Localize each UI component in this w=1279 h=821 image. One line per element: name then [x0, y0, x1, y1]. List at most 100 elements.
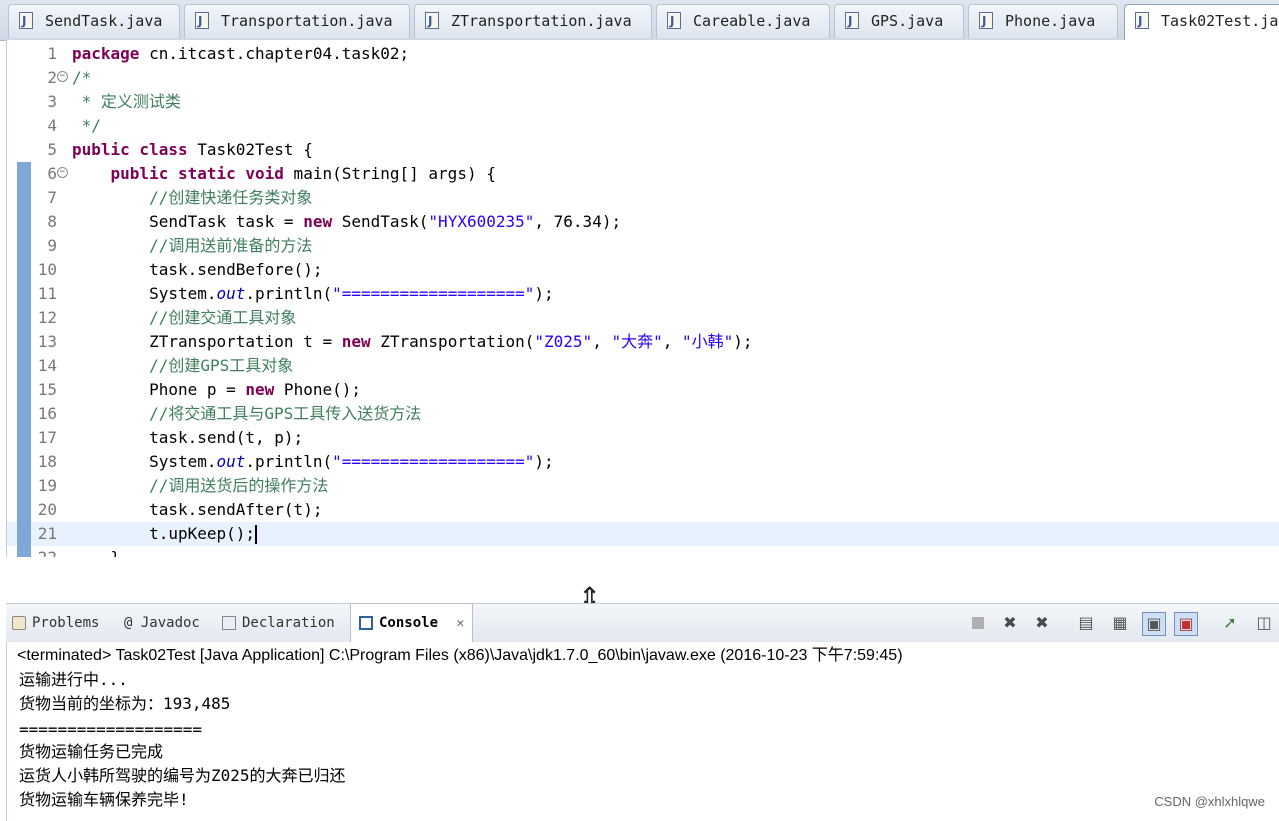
code-line[interactable]: 2−/*: [7, 66, 1279, 90]
fold-toggle-icon[interactable]: −: [57, 71, 68, 82]
line-number: 9: [47, 236, 57, 255]
code-text: //调用送前准备的方法: [149, 236, 313, 255]
terminate-icon[interactable]: [966, 612, 990, 636]
fold-toggle-icon[interactable]: −: [57, 167, 68, 178]
code-line[interactable]: 1 package cn.itcast.chapter04.task02;: [7, 42, 1279, 66]
code-text: //将交通工具与GPS工具传入送货方法: [149, 404, 422, 423]
close-icon[interactable]: ✕: [456, 616, 464, 631]
line-number: 8: [47, 212, 57, 231]
code-line[interactable]: 17 task.send(t, p);: [7, 426, 1279, 450]
tab-declaration[interactable]: Declaration: [222, 604, 335, 642]
code-line[interactable]: 12 //创建交通工具对象: [7, 306, 1279, 330]
tab-problems[interactable]: Problems: [12, 604, 99, 642]
line-number: 11: [37, 284, 57, 303]
code-line[interactable]: 15 Phone p = new Phone();: [7, 378, 1279, 402]
line-number: 12: [37, 308, 57, 327]
open-console-icon[interactable]: ◫: [1252, 612, 1276, 636]
line-number: 15: [37, 380, 57, 399]
line-number: 4: [47, 116, 57, 135]
watermark: CSDN @xhlxhlqwe: [1154, 794, 1265, 809]
code-text: SendTask task = new SendTask("HYX600235"…: [72, 212, 622, 231]
show-on-stdout-icon[interactable]: ▣: [1142, 612, 1166, 636]
line-number: 18: [37, 452, 57, 471]
scroll-lock-icon[interactable]: ▦: [1108, 612, 1132, 636]
line-number: 1: [47, 44, 57, 63]
code-line[interactable]: 9 //调用送前准备的方法: [7, 234, 1279, 258]
java-file-icon: [195, 5, 209, 37]
code-line[interactable]: 5 public class Task02Test {: [7, 138, 1279, 162]
console-line: 货物当前的坐标为：193,485: [19, 694, 231, 713]
code-text: System.out.println("==================="…: [72, 284, 554, 303]
line-number: 13: [37, 332, 57, 351]
code-text: //创建交通工具对象: [149, 308, 297, 327]
line-number: 17: [37, 428, 57, 447]
console-line: ===================: [19, 720, 203, 739]
view-tab-bar: Problems @ Javadoc Declaration Console ✕…: [6, 603, 1279, 643]
java-file-icon: [667, 5, 681, 37]
java-file-icon: [425, 5, 439, 37]
code-line[interactable]: 11 System.out.println("=================…: [7, 282, 1279, 306]
editor-tab-phone[interactable]: Phone.java: [968, 4, 1118, 38]
remove-launch-icon[interactable]: ✖: [998, 612, 1022, 636]
code-text: //创建快递任务类对象: [149, 188, 313, 207]
code-text: */: [72, 116, 101, 135]
line-number: 10: [37, 260, 57, 279]
code-line[interactable]: 20 task.sendAfter(t);: [7, 498, 1279, 522]
console-line: 运输进行中...: [19, 670, 128, 689]
declaration-icon: [222, 616, 236, 630]
console-line: 货物运输任务已完成: [19, 742, 164, 761]
code-line[interactable]: 14 //创建GPS工具对象: [7, 354, 1279, 378]
line-number: 14: [37, 356, 57, 375]
line-number: 5: [47, 140, 57, 159]
code-text: task.send(t, p);: [72, 428, 304, 447]
code-editor[interactable]: 1 package cn.itcast.chapter04.task02; 2−/*…: [6, 40, 1279, 557]
java-file-icon: [19, 5, 33, 37]
code-text: task.sendAfter(t);: [72, 500, 323, 519]
code-line[interactable]: 13 ZTransportation t = new ZTransportati…: [7, 330, 1279, 354]
editor-tab-careable[interactable]: Careable.java: [656, 4, 830, 38]
code-line[interactable]: 21 t.upKeep();: [7, 522, 1279, 546]
code-text: }: [72, 546, 121, 557]
code-line[interactable]: 10 task.sendBefore();: [7, 258, 1279, 282]
console-icon: [359, 616, 373, 630]
console-output[interactable]: <terminated> Task02Test [Java Applicatio…: [6, 642, 1279, 821]
code-line[interactable]: 7 //创建快递任务类对象: [7, 186, 1279, 210]
code-line[interactable]: 4 */: [7, 114, 1279, 138]
console-line: 货物运输车辆保养完毕!: [19, 790, 189, 809]
java-file-icon: [979, 5, 993, 37]
problems-icon: [12, 616, 26, 630]
tab-console[interactable]: Console ✕: [350, 603, 474, 642]
code-line[interactable]: 8 SendTask task = new SendTask("HYX60023…: [7, 210, 1279, 234]
editor-tab-ztransportation[interactable]: ZTransportation.java: [414, 4, 652, 38]
editor-tab-transportation[interactable]: Transportation.java: [184, 4, 410, 38]
editor-tab-bar: SendTask.java Transportation.java ZTrans…: [0, 0, 1279, 41]
clear-console-icon[interactable]: ▤: [1074, 612, 1098, 636]
code-line[interactable]: 3 * 定义测试类: [7, 90, 1279, 114]
show-on-stderr-icon[interactable]: ▣: [1174, 612, 1198, 636]
code-text: //调用送货后的操作方法: [149, 476, 329, 495]
code-text: package cn.itcast.chapter04.task02;: [72, 44, 410, 63]
editor-tab-gps[interactable]: GPS.java: [834, 4, 964, 38]
code-line[interactable]: 16 //将交通工具与GPS工具传入送货方法: [7, 402, 1279, 426]
code-text: /*: [72, 68, 92, 87]
line-number: 3: [47, 92, 57, 111]
code-text: Phone p = new Phone();: [72, 380, 361, 399]
line-number: 6: [47, 164, 57, 183]
code-line[interactable]: 19 //调用送货后的操作方法: [7, 474, 1279, 498]
remove-all-launches-icon[interactable]: ✖: [1030, 612, 1054, 636]
code-text: * 定义测试类: [72, 92, 181, 111]
tab-javadoc[interactable]: @ Javadoc: [124, 604, 200, 642]
code-text: ZTransportation t = new ZTransportation(…: [72, 332, 753, 351]
pin-console-icon[interactable]: ➚: [1218, 612, 1242, 636]
editor-tab-task02test[interactable]: Task02Test.java: [1124, 4, 1279, 40]
code-text: public class Task02Test {: [72, 140, 313, 159]
code-line[interactable]: 22 }: [7, 546, 1279, 557]
code-text: public static void main(String[] args) {: [110, 164, 496, 183]
line-number: 21: [37, 524, 57, 543]
java-file-icon: [845, 5, 859, 37]
code-text: //创建GPS工具对象: [149, 356, 294, 375]
editor-tab-sendtask[interactable]: SendTask.java: [8, 4, 180, 38]
code-line[interactable]: 6− public static void main(String[] args…: [7, 162, 1279, 186]
code-text: task.sendBefore();: [72, 260, 323, 279]
code-line[interactable]: 18 System.out.println("=================…: [7, 450, 1279, 474]
